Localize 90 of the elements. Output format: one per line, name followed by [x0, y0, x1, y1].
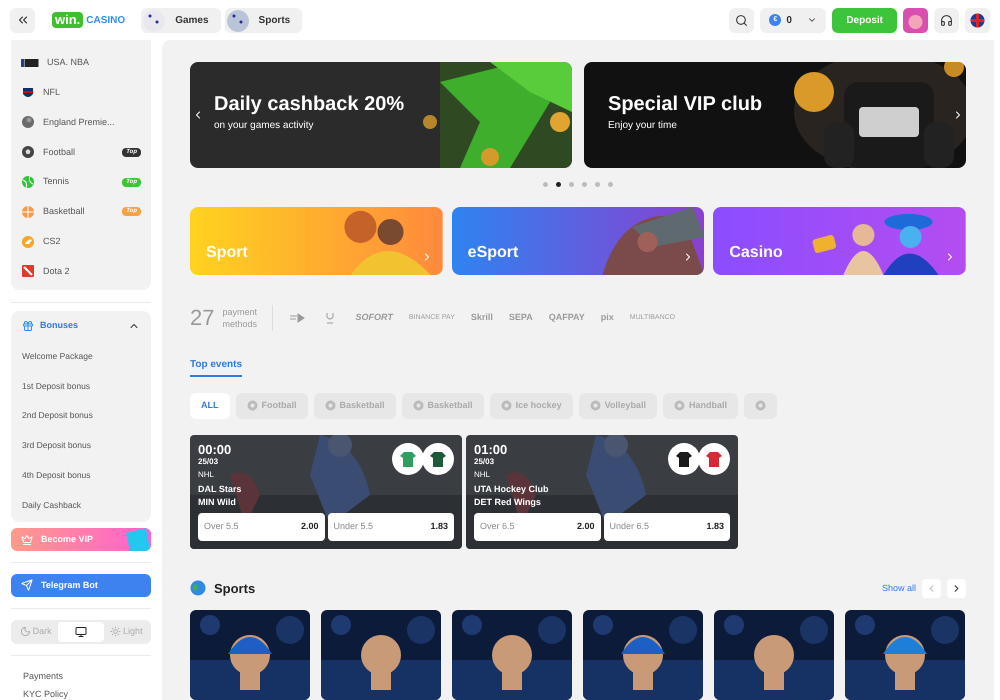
- banner-subtitle: on your games activity: [214, 119, 314, 133]
- payment-logo: Skrill: [470, 311, 493, 324]
- banner-title: Special VIP club: [608, 92, 762, 116]
- moon-icon: [20, 626, 31, 638]
- event-date: 25/03: [198, 456, 220, 466]
- flag-icon[interactable]: [965, 8, 990, 32]
- telegram-bot-button[interactable]: Telegram Bot: [11, 574, 151, 597]
- paper-plane-icon: [21, 579, 33, 592]
- next-button[interactable]: [947, 578, 966, 598]
- sport-ball-icon: [590, 400, 601, 411]
- payment-methods-caption: payment methods: [222, 306, 258, 330]
- footer-link[interactable]: KYC Policy: [23, 688, 151, 700]
- event-league: NHL: [474, 468, 492, 480]
- event-league: NHL: [198, 468, 216, 480]
- category-title: Casino: [729, 243, 783, 263]
- team-name: DET Red Wings: [474, 496, 542, 508]
- nav-tab[interactable]: Games: [141, 8, 221, 32]
- bonus-menu-item[interactable]: Welcome Package: [22, 341, 140, 372]
- bonus-menu-item[interactable]: Daily Cashback: [22, 490, 140, 520]
- logo-wordmark: CASINO: [86, 14, 126, 28]
- globe-icon: [190, 580, 206, 596]
- category-tile[interactable]: eSport: [452, 207, 704, 275]
- payment-methods-count: 27: [190, 304, 214, 332]
- avatar[interactable]: [903, 8, 928, 32]
- team-name: UTA Hockey Club: [474, 482, 549, 496]
- category-title: Sport: [206, 243, 248, 263]
- bonuses-header[interactable]: Bonuses: [22, 311, 140, 342]
- support-button[interactable]: [934, 8, 959, 32]
- game-logo-icon: [21, 234, 35, 249]
- search-icon: [735, 14, 748, 26]
- promo-banner[interactable]: Daily cashback 20% on your games activity: [190, 62, 572, 168]
- ball-icon: [224, 8, 251, 32]
- payment-logo-icon: [325, 312, 336, 324]
- show-all-link[interactable]: Show all: [882, 582, 916, 595]
- nav-tab[interactable]: Sports: [224, 8, 302, 32]
- section-title: Sports: [214, 580, 256, 598]
- category-tile[interactable]: Casino: [713, 207, 966, 275]
- sport-ball-icon: [412, 400, 424, 411]
- crown-icon: [21, 534, 33, 546]
- sport-ball-icon: [754, 400, 766, 411]
- tennis-ball-icon: [21, 175, 35, 190]
- event-time: 01:00: [474, 442, 508, 456]
- promo-banner[interactable]: Special VIP club Enjoy your time: [584, 62, 966, 168]
- theme-option[interactable]: [58, 622, 104, 642]
- balance-amount: 0: [786, 14, 792, 28]
- odds-button[interactable]: Over 5.5 2.00: [198, 512, 324, 540]
- sport-ball-icon: [324, 400, 336, 411]
- bonus-menu-item[interactable]: 4th Deposit bonus: [22, 460, 140, 490]
- sport-menu-item[interactable]: Dota 2: [21, 256, 141, 286]
- payment-logo: SOFORT: [355, 311, 393, 324]
- sport-ball-icon: [246, 400, 258, 411]
- odds-button[interactable]: Under 5.5 1.83: [328, 512, 454, 540]
- bonus-menu-item[interactable]: 1st Deposit bonus: [22, 371, 140, 401]
- sport-ball-icon: [500, 400, 512, 411]
- odds-button[interactable]: Over 6.5 2.00: [474, 512, 600, 540]
- event-time: 00:00: [198, 442, 232, 456]
- event-card[interactable]: 00:00 25/03 NHL DAL Stars MIN Wild Over 5.5 2.00 Under 5.5 1.83: [190, 434, 462, 548]
- payment-logo: QAFPAY: [548, 311, 585, 324]
- banner-title: Daily cashback 20%: [214, 92, 404, 116]
- team-name: DAL Stars: [198, 482, 242, 496]
- team-name: MIN Wild: [198, 496, 237, 508]
- sun-icon: [110, 626, 122, 638]
- top-events-tab[interactable]: Top events: [190, 356, 242, 376]
- basketball-icon: [21, 204, 35, 219]
- payment-logo: pix: [600, 311, 614, 324]
- category-title: eSport: [468, 243, 518, 263]
- event-card[interactable]: 01:00 25/03 NHL UTA Hockey Club DET Red Wings Over 6.5 2.00 Under 6.5 1.83: [466, 434, 738, 548]
- sport-filter-chip[interactable]: ALL: [190, 392, 230, 418]
- payment-logo: SEPA: [508, 311, 533, 324]
- headset-icon: [940, 14, 953, 26]
- footer-link[interactable]: Payments: [23, 670, 151, 682]
- event-date: 25/03: [474, 456, 496, 466]
- bonus-menu-item[interactable]: 3rd Deposit bonus: [22, 430, 140, 460]
- search-button[interactable]: [729, 8, 754, 32]
- sport-ball-icon: [674, 400, 685, 411]
- sport-menu-item[interactable]: CS2: [21, 226, 141, 257]
- gift-icon: [22, 320, 34, 332]
- odds-button[interactable]: Under 6.5 1.83: [604, 512, 730, 540]
- logo-mark: win.: [52, 12, 84, 28]
- bonus-menu-item[interactable]: 2nd Deposit bonus: [22, 400, 140, 431]
- shield-icon: [21, 86, 35, 100]
- game-logo-icon: [21, 264, 35, 278]
- monitor-icon: [74, 626, 87, 638]
- sport-menu-item[interactable]: England Premie...: [21, 108, 141, 138]
- collapse-sidebar-button[interactable]: [10, 8, 35, 32]
- banner-subtitle: Enjoy your time: [608, 119, 677, 133]
- payment-logo-icon: [289, 312, 306, 323]
- football-icon: [21, 145, 35, 160]
- sport-menu-item[interactable]: USA. NBA: [21, 48, 141, 78]
- sport-menu-item[interactable]: NFL: [21, 78, 141, 108]
